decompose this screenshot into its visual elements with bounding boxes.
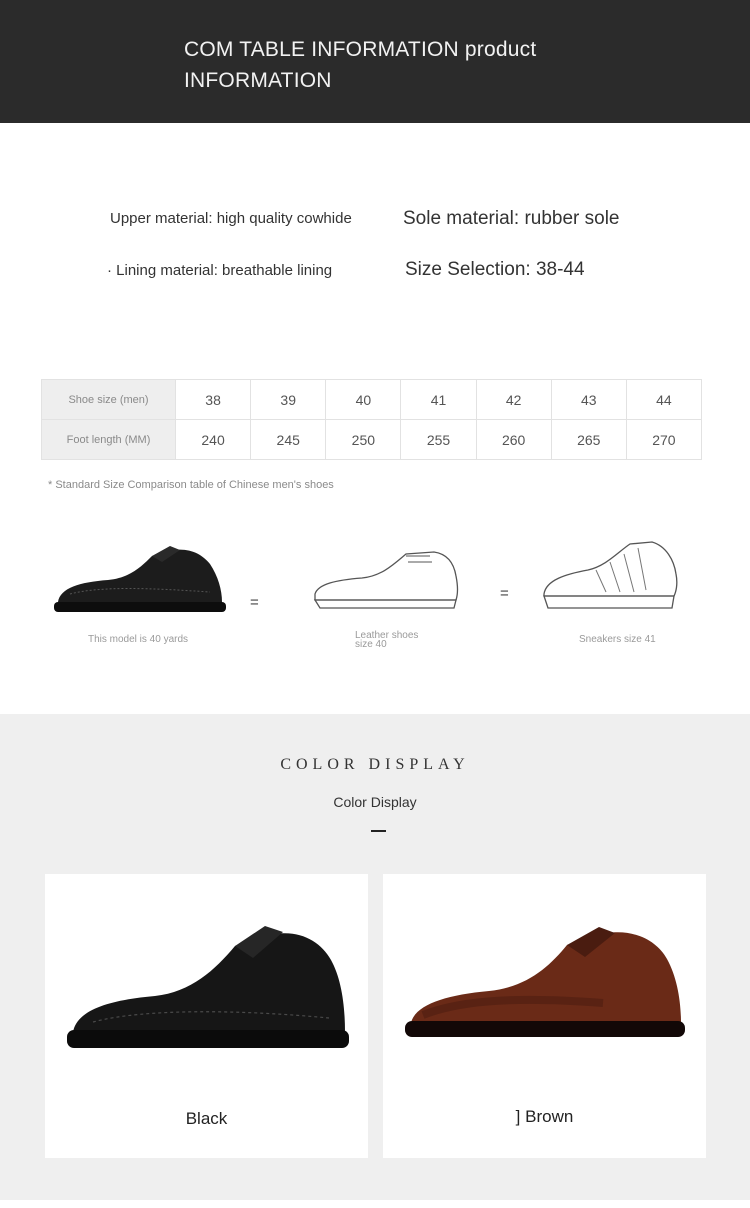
sneaker-sketch [543,541,678,609]
table-footnote: * Standard Size Comparison table of Chin… [48,479,334,491]
row-label-foot-length: Foot length (MM) [41,419,176,460]
sole-material-text: Sole material: rubber sole [403,208,620,229]
table-row: Foot length (MM) 240 245 250 255 260 265… [41,419,703,460]
table-cell: 245 [250,419,327,460]
size-comparison-table: Shoe size (men) 38 39 40 41 42 43 44 Foo… [41,379,703,460]
table-cell: 260 [475,419,552,460]
size-selection-text: Size Selection: 38-44 [405,259,585,280]
table-cell: 250 [325,419,402,460]
model-size-caption: This model is 40 yards [88,634,189,645]
row-label-shoe-size: Shoe size (men) [41,379,176,420]
color-label-brown: ] Brown [515,1107,574,1126]
equals-sign: = [250,594,259,611]
table-cell: 43 [550,379,627,420]
lining-material-text: · Lining material: breathable lining [107,262,333,279]
page-title: COM TABLE INFORMATION product INFORMATIO… [184,38,537,92]
table-cell: 40 [325,379,402,420]
table-row: Shoe size (men) 38 39 40 41 42 43 44 [41,379,703,420]
brown-brogue-shoe-photo [405,927,685,1037]
table-cell: 42 [475,379,552,420]
color-label-black: Black [185,1109,228,1128]
table-cell: 44 [625,379,703,420]
table-cell: 41 [400,379,477,420]
leather-shoe-sketch [313,551,459,609]
table-cell: 39 [250,379,327,420]
black-brogue-shoe-photo [67,926,349,1048]
black-brogue-shoe-photo [54,546,226,612]
divider [371,830,386,832]
color-display-heading: COLOR DISPLAY [280,756,470,773]
color-card-brown[interactable]: ] Brown [383,874,706,1158]
table-cell: 255 [400,419,477,460]
color-card-black[interactable]: Black [45,874,368,1158]
sneaker-caption: Sneakers size 41 [579,634,656,645]
leather-caption-line2: size 40 [355,639,387,650]
upper-material-text: Upper material: high quality cowhide [110,210,352,227]
table-cell: 38 [174,379,252,420]
table-cell: 240 [174,419,252,460]
table-cell: 265 [550,419,627,460]
equals-sign: = [500,585,509,602]
color-display-subheading: Color Display [333,794,417,810]
table-cell: 270 [625,419,703,460]
